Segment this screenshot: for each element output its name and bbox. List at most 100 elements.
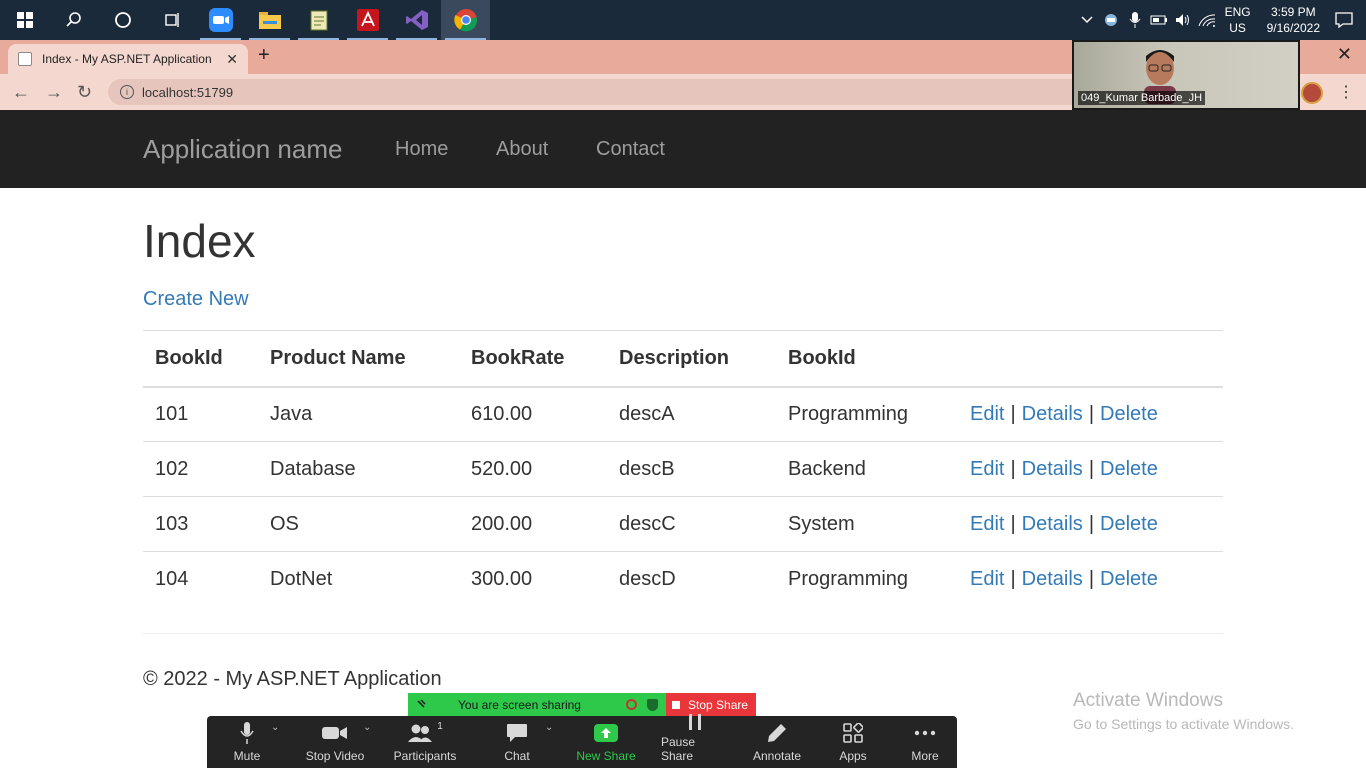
cell-bookid: 101 bbox=[143, 386, 258, 442]
details-link[interactable]: Details bbox=[1022, 458, 1083, 480]
footer-text: © 2022 - My ASP.NET Application bbox=[143, 668, 442, 690]
page-icon bbox=[18, 52, 32, 66]
volume-icon[interactable] bbox=[1171, 13, 1195, 27]
zoom-icon[interactable] bbox=[196, 0, 245, 40]
create-new-link[interactable]: Create New bbox=[143, 288, 1223, 311]
action-separator: | bbox=[1088, 402, 1095, 425]
windows-taskbar: ENG US 3:59 PM 9/16/2022 bbox=[0, 0, 1366, 40]
pause-share-button[interactable]: Pause Share bbox=[661, 713, 729, 768]
task-view-icon[interactable] bbox=[147, 0, 196, 40]
delete-link[interactable]: Delete bbox=[1100, 568, 1158, 590]
annotate-button[interactable]: Annotate bbox=[747, 716, 807, 768]
visual-studio-icon[interactable] bbox=[392, 0, 441, 40]
main-content: Index Create New BookId Product Name Boo… bbox=[143, 188, 1223, 607]
chat-icon bbox=[506, 721, 528, 745]
acrobat-icon[interactable] bbox=[343, 0, 392, 40]
edit-link[interactable]: Edit bbox=[970, 513, 1004, 535]
profile-avatar[interactable] bbox=[1301, 82, 1323, 104]
edit-link[interactable]: Edit bbox=[970, 458, 1004, 480]
clock[interactable]: 3:59 PM 9/16/2022 bbox=[1267, 4, 1320, 36]
window-close-icon[interactable]: ✕ bbox=[1337, 44, 1352, 65]
delete-link[interactable]: Delete bbox=[1100, 513, 1158, 535]
file-explorer-icon[interactable] bbox=[245, 0, 294, 40]
more-dots-icon bbox=[914, 721, 936, 745]
pin-icon[interactable] bbox=[416, 698, 426, 712]
close-tab-icon[interactable]: ✕ bbox=[226, 51, 238, 68]
apps-button[interactable]: Apps bbox=[833, 716, 873, 768]
nav-about[interactable]: About bbox=[496, 138, 548, 161]
pause-icon bbox=[687, 713, 703, 731]
wifi-icon[interactable] bbox=[1195, 13, 1219, 27]
cell-category: Backend bbox=[776, 441, 958, 497]
security-shield-icon bbox=[647, 698, 658, 711]
new-share-button[interactable]: New Share bbox=[575, 716, 637, 768]
cell-actions: Edit | Details | Delete bbox=[958, 386, 1223, 442]
browser-tab[interactable]: Index - My ASP.NET Application ✕ bbox=[8, 44, 248, 74]
nav-contact[interactable]: Contact bbox=[596, 138, 665, 161]
edit-link[interactable]: Edit bbox=[970, 403, 1004, 425]
delete-link[interactable]: Delete bbox=[1100, 403, 1158, 425]
books-table: BookId Product Name BookRate Description… bbox=[143, 330, 1223, 607]
video-options-chevron-icon[interactable]: ⌄ bbox=[363, 722, 371, 733]
battery-icon[interactable] bbox=[1147, 14, 1171, 26]
stop-icon bbox=[672, 700, 680, 709]
header-actions bbox=[958, 330, 1223, 388]
mute-label: Mute bbox=[233, 749, 261, 763]
action-separator: | bbox=[1010, 512, 1016, 535]
stop-share-label: Stop Share bbox=[688, 697, 749, 712]
nav-home[interactable]: Home bbox=[395, 138, 448, 161]
audio-options-chevron-icon[interactable]: ⌄ bbox=[271, 722, 279, 733]
notepad-icon[interactable] bbox=[294, 0, 343, 40]
cell-product-name: DotNet bbox=[258, 551, 459, 607]
cell-category: Programming bbox=[776, 386, 958, 442]
cell-product-name: OS bbox=[258, 496, 459, 552]
chevron-up-icon[interactable] bbox=[1075, 16, 1099, 24]
action-separator: | bbox=[1088, 512, 1095, 535]
start-icon[interactable] bbox=[0, 0, 49, 40]
header-bookid: BookId bbox=[143, 330, 258, 388]
mute-button[interactable]: Mute bbox=[227, 716, 267, 768]
details-link[interactable]: Details bbox=[1022, 568, 1083, 590]
participant-count: 1 bbox=[437, 720, 443, 732]
table-header-row: BookId Product Name BookRate Description… bbox=[143, 330, 1223, 388]
cell-bookid: 102 bbox=[143, 441, 258, 497]
activate-subtitle: Go to Settings to activate Windows. bbox=[1073, 716, 1294, 732]
details-link[interactable]: Details bbox=[1022, 513, 1083, 535]
microphone-icon[interactable] bbox=[1123, 12, 1147, 28]
cell-bookid: 104 bbox=[143, 551, 258, 607]
more-button[interactable]: More bbox=[905, 716, 945, 768]
search-icon[interactable] bbox=[49, 0, 98, 40]
table-row: 101 Java 610.00 descA Programming Edit | Detail… bbox=[143, 386, 1223, 442]
delete-link[interactable]: Delete bbox=[1100, 458, 1158, 480]
chat-button[interactable]: Chat bbox=[497, 716, 537, 768]
cortana-icon[interactable] bbox=[98, 0, 147, 40]
sharing-message: You are screen sharing bbox=[458, 697, 581, 712]
participants-label: Participants bbox=[393, 749, 457, 763]
site-info-icon[interactable]: i bbox=[120, 85, 134, 99]
cell-actions: Edit | Details | Delete bbox=[958, 551, 1223, 607]
brand-link[interactable]: Application name bbox=[143, 134, 342, 165]
browser-menu-icon[interactable]: ⋮ bbox=[1338, 82, 1354, 102]
cell-product-name: Java bbox=[258, 386, 459, 442]
apps-label: Apps bbox=[839, 749, 867, 763]
forward-icon[interactable]: → bbox=[45, 82, 63, 103]
participants-button[interactable]: 1 Participants bbox=[391, 716, 459, 768]
chrome-icon[interactable] bbox=[441, 0, 490, 40]
network-drive-icon[interactable] bbox=[1099, 12, 1123, 28]
reload-icon[interactable]: ↻ bbox=[77, 82, 92, 103]
sharing-status[interactable]: You are screen sharing bbox=[408, 693, 666, 716]
edit-link[interactable]: Edit bbox=[970, 568, 1004, 590]
details-link[interactable]: Details bbox=[1022, 403, 1083, 425]
chat-options-chevron-icon[interactable]: ⌄ bbox=[545, 722, 553, 733]
notification-icon[interactable] bbox=[1332, 12, 1356, 28]
action-separator: | bbox=[1088, 567, 1095, 590]
language-indicator[interactable]: ENG US bbox=[1225, 4, 1251, 36]
participant-video[interactable]: 049_Kumar Barbade_JH bbox=[1072, 40, 1300, 110]
pencil-icon bbox=[767, 721, 787, 745]
screen-share-banner: You are screen sharing Stop Share bbox=[408, 693, 756, 716]
stop-video-button[interactable]: Stop Video bbox=[303, 716, 367, 768]
stop-share-button[interactable]: Stop Share bbox=[666, 693, 756, 716]
new-tab-icon[interactable]: + bbox=[258, 44, 270, 67]
cell-bookrate: 300.00 bbox=[459, 551, 607, 607]
back-icon[interactable]: ← bbox=[12, 82, 30, 103]
